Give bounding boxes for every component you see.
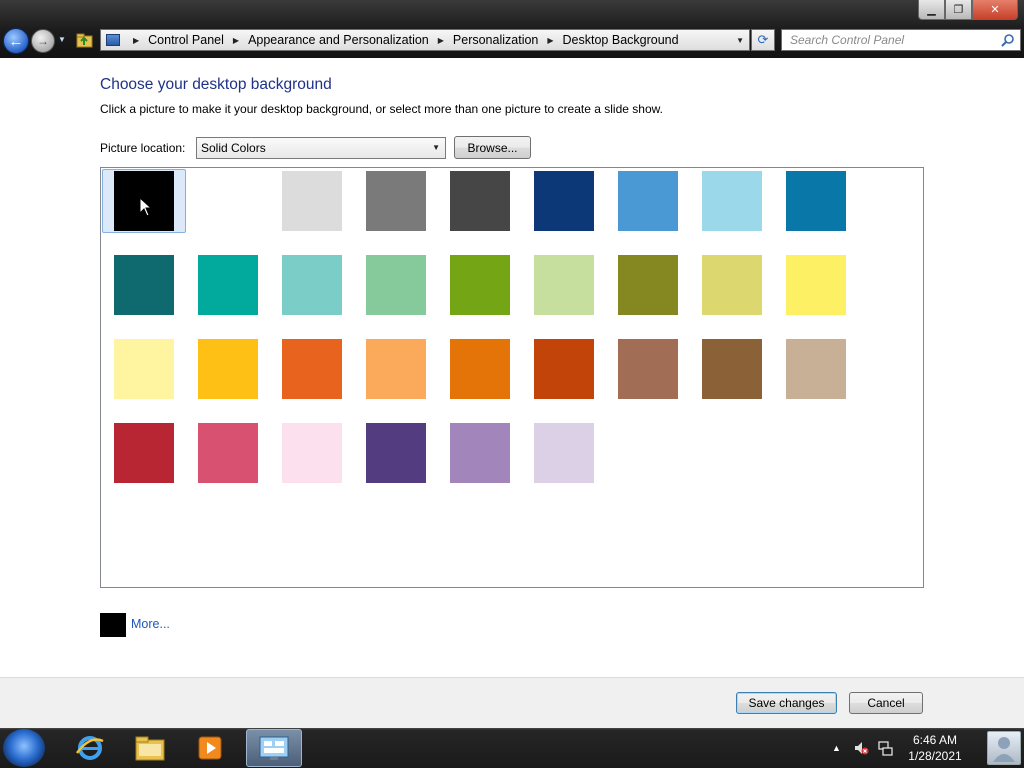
picture-location-value: Solid Colors <box>201 141 266 155</box>
color-swatch[interactable] <box>282 423 342 483</box>
folder-icon <box>135 736 165 761</box>
network-icon[interactable] <box>877 728 893 768</box>
color-swatch[interactable] <box>198 255 258 315</box>
page-subtitle: Click a picture to make it your desktop … <box>100 102 663 116</box>
control-panel-icon <box>106 34 120 46</box>
taskbar-internet-explorer[interactable] <box>62 729 118 767</box>
maximize-button[interactable]: ❐ <box>945 0 972 20</box>
color-swatch[interactable] <box>198 339 258 399</box>
speaker-muted-icon <box>855 742 869 755</box>
back-arrow-icon[interactable]: ← <box>3 28 29 54</box>
media-player-icon <box>198 736 222 760</box>
save-changes-button[interactable]: Save changes <box>736 692 837 714</box>
color-swatch[interactable] <box>450 255 510 315</box>
taskbar-media-player[interactable] <box>182 729 238 767</box>
window-chrome: ▁ ❐ ✕ ← → ▼ ▶ Control Panel ▶ Appearance… <box>0 0 1024 58</box>
color-swatch[interactable] <box>366 255 426 315</box>
color-swatch[interactable] <box>198 423 258 483</box>
search-box[interactable] <box>781 29 1021 51</box>
taskbar-windows-explorer[interactable] <box>122 729 178 767</box>
control-panel-icon <box>259 736 289 760</box>
color-swatch[interactable] <box>534 339 594 399</box>
chevron-up-icon[interactable]: ▲ <box>832 743 841 753</box>
color-swatch[interactable] <box>702 255 762 315</box>
address-bar[interactable]: ▶ Control Panel ▶ Appearance and Persona… <box>100 29 750 51</box>
color-swatch[interactable] <box>366 339 426 399</box>
mouse-cursor-icon <box>139 197 153 217</box>
user-icon[interactable] <box>987 731 1021 765</box>
refresh-icon[interactable]: ⟳ <box>751 29 775 51</box>
breadcrumb-personalization[interactable]: Personalization <box>453 33 538 47</box>
color-swatch[interactable] <box>366 423 426 483</box>
clock-date: 1/28/2021 <box>908 749 962 763</box>
chevron-down-icon: ▼ <box>432 143 440 152</box>
address-dropdown[interactable]: ▼ <box>736 36 744 45</box>
taskbar-control-panel[interactable] <box>246 729 302 767</box>
color-swatch[interactable] <box>534 423 594 483</box>
cancel-button[interactable]: Cancel <box>849 692 923 714</box>
picture-location-label: Picture location: <box>100 141 186 155</box>
color-swatch[interactable] <box>198 171 258 231</box>
color-swatch[interactable] <box>114 423 174 483</box>
color-swatch[interactable] <box>534 255 594 315</box>
speaker-muted-icon[interactable] <box>853 728 869 768</box>
caption-buttons: ▁ ❐ ✕ <box>918 0 1018 20</box>
color-gallery <box>100 167 924 588</box>
page-title: Choose your desktop background <box>100 76 332 93</box>
taskbar: ▲ 6:46 AM 1/28/2021 <box>0 728 1024 768</box>
color-swatch[interactable] <box>702 171 762 231</box>
color-swatch[interactable] <box>114 339 174 399</box>
close-button[interactable]: ✕ <box>972 0 1018 20</box>
forward-arrow-icon[interactable]: → <box>31 29 55 53</box>
color-swatch[interactable] <box>450 171 510 231</box>
color-swatch[interactable] <box>702 339 762 399</box>
recent-pages-dropdown[interactable]: ▼ <box>58 35 66 44</box>
breadcrumb-chevron[interactable]: ▶ <box>547 36 553 45</box>
color-swatch[interactable] <box>786 339 846 399</box>
color-swatch[interactable] <box>618 339 678 399</box>
windows-start-icon[interactable] <box>3 729 45 767</box>
show-hidden-icons[interactable]: ▲ <box>832 728 841 768</box>
color-swatch[interactable] <box>366 171 426 231</box>
color-swatch[interactable] <box>534 171 594 231</box>
color-swatch[interactable] <box>282 171 342 231</box>
color-swatch[interactable] <box>618 255 678 315</box>
search-icon[interactable] <box>1001 33 1015 47</box>
system-clock[interactable]: 6:46 AM 1/28/2021 <box>900 732 970 764</box>
more-colors-link[interactable]: More... <box>131 617 170 631</box>
breadcrumb-root-chevron[interactable]: ▶ <box>133 36 139 45</box>
color-swatch[interactable] <box>786 255 846 315</box>
dialog-footer: Save changes Cancel <box>0 677 1024 728</box>
color-swatch[interactable] <box>114 255 174 315</box>
color-swatch[interactable] <box>618 171 678 231</box>
main-content: Choose your desktop background Click a p… <box>0 58 1024 677</box>
breadcrumb-chevron[interactable]: ▶ <box>233 36 239 45</box>
breadcrumb-desktop-background[interactable]: Desktop Background <box>563 33 679 47</box>
color-swatch[interactable] <box>450 339 510 399</box>
network-icon <box>878 741 893 756</box>
internet-explorer-icon <box>75 736 104 760</box>
current-color-swatch <box>100 613 126 637</box>
color-swatch[interactable] <box>282 339 342 399</box>
color-swatch[interactable] <box>786 171 846 231</box>
color-swatch[interactable] <box>282 255 342 315</box>
breadcrumb-chevron[interactable]: ▶ <box>438 36 444 45</box>
up-folder-icon[interactable] <box>76 31 93 48</box>
picture-location-select[interactable]: Solid Colors ▼ <box>196 137 446 159</box>
user-silhouette-icon <box>993 737 1015 762</box>
minimize-button[interactable]: ▁ <box>918 0 945 20</box>
breadcrumb-appearance[interactable]: Appearance and Personalization <box>248 33 429 47</box>
breadcrumb-control-panel[interactable]: Control Panel <box>148 33 224 47</box>
clock-time: 6:46 AM <box>912 733 958 747</box>
browse-button[interactable]: Browse... <box>454 136 531 159</box>
color-swatch[interactable] <box>450 423 510 483</box>
search-input[interactable] <box>782 30 992 50</box>
